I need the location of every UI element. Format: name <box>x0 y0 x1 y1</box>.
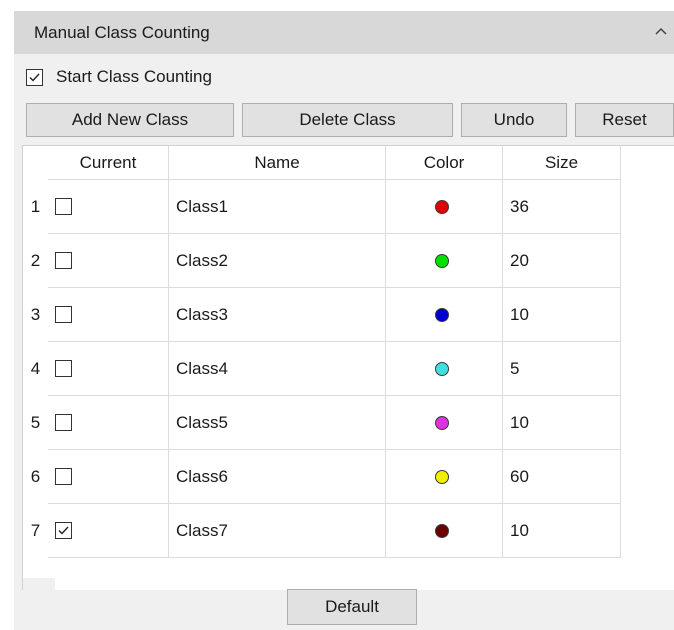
current-checkbox[interactable] <box>55 414 72 431</box>
current-checkbox[interactable] <box>55 468 72 485</box>
current-cell[interactable] <box>48 342 169 396</box>
undo-button[interactable]: Undo <box>461 103 567 137</box>
start-counting-checkbox[interactable] <box>26 69 43 86</box>
reset-button[interactable]: Reset <box>575 103 674 137</box>
class-name-cell[interactable]: Class2 <box>169 234 386 288</box>
panel-header[interactable]: Manual Class Counting <box>14 11 674 54</box>
chevron-up-icon[interactable] <box>652 23 670 41</box>
start-counting-label: Start Class Counting <box>56 67 212 86</box>
add-new-class-button[interactable]: Add New Class <box>26 103 234 137</box>
manual-class-counting-panel: Manual Class Counting Start Class Counti… <box>14 11 674 630</box>
default-button[interactable]: Default <box>287 589 417 625</box>
delete-class-button[interactable]: Delete Class <box>242 103 453 137</box>
current-cell[interactable] <box>48 504 169 558</box>
size-cell[interactable]: 20 <box>503 234 621 288</box>
current-cell[interactable] <box>48 396 169 450</box>
color-swatch[interactable] <box>435 254 449 268</box>
size-cell[interactable]: 10 <box>503 288 621 342</box>
color-swatch[interactable] <box>435 524 449 538</box>
scrollbar-corner <box>23 578 55 590</box>
class-name-cell[interactable]: Class3 <box>169 288 386 342</box>
class-name-cell[interactable]: Class5 <box>169 396 386 450</box>
current-cell[interactable] <box>48 288 169 342</box>
size-cell[interactable]: 60 <box>503 450 621 504</box>
class-table[interactable]: Current Name Color Size 1 Class1 36 2 Class2… <box>22 145 674 590</box>
current-checkbox[interactable] <box>55 360 72 377</box>
current-cell[interactable] <box>48 234 169 288</box>
row-number: 6 <box>23 450 48 504</box>
color-swatch[interactable] <box>435 200 449 214</box>
row-number: 2 <box>23 234 48 288</box>
size-cell[interactable]: 10 <box>503 504 621 558</box>
color-cell[interactable] <box>386 504 503 558</box>
current-checkbox[interactable] <box>55 306 72 323</box>
color-cell[interactable] <box>386 234 503 288</box>
class-name-cell[interactable]: Class6 <box>169 450 386 504</box>
size-cell[interactable]: 5 <box>503 342 621 396</box>
color-swatch[interactable] <box>435 470 449 484</box>
row-number: 1 <box>23 180 48 234</box>
checkmark-icon <box>29 73 40 82</box>
checkmark-icon <box>58 526 69 535</box>
size-cell[interactable]: 36 <box>503 180 621 234</box>
current-checkbox[interactable] <box>55 198 72 215</box>
panel-title: Manual Class Counting <box>34 23 210 42</box>
color-swatch[interactable] <box>435 308 449 322</box>
current-cell[interactable] <box>48 450 169 504</box>
color-cell[interactable] <box>386 450 503 504</box>
current-checkbox[interactable] <box>55 522 72 539</box>
color-swatch[interactable] <box>435 362 449 376</box>
row-number: 7 <box>23 504 48 558</box>
class-name-cell[interactable]: Class7 <box>169 504 386 558</box>
size-cell[interactable]: 10 <box>503 396 621 450</box>
column-header-color[interactable]: Color <box>386 146 503 180</box>
color-cell[interactable] <box>386 396 503 450</box>
color-cell[interactable] <box>386 288 503 342</box>
row-number: 5 <box>23 396 48 450</box>
color-swatch[interactable] <box>435 416 449 430</box>
row-number: 3 <box>23 288 48 342</box>
column-header-name[interactable]: Name <box>169 146 386 180</box>
current-cell[interactable] <box>48 180 169 234</box>
color-cell[interactable] <box>386 180 503 234</box>
column-header-current[interactable]: Current <box>48 146 169 180</box>
class-name-cell[interactable]: Class4 <box>169 342 386 396</box>
current-checkbox[interactable] <box>55 252 72 269</box>
row-number: 4 <box>23 342 48 396</box>
color-cell[interactable] <box>386 342 503 396</box>
class-name-cell[interactable]: Class1 <box>169 180 386 234</box>
column-header-size[interactable]: Size <box>503 146 621 180</box>
